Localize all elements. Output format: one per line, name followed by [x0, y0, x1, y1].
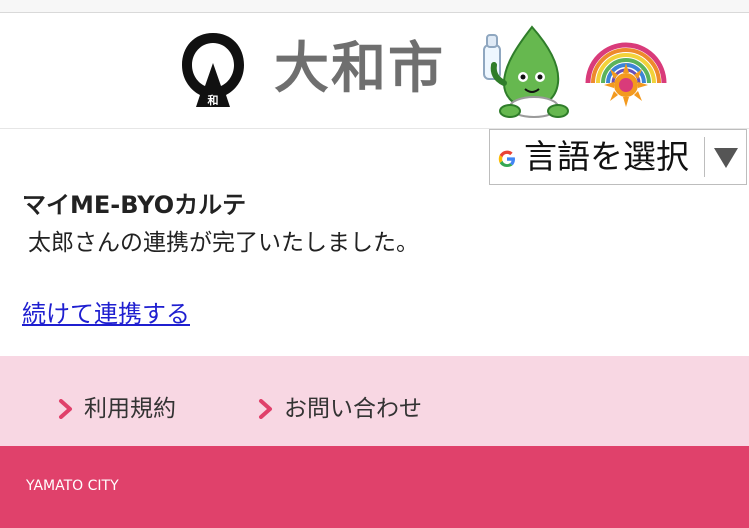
browser-top-strip — [0, 0, 749, 13]
completion-message: 太郎さんの連携が完了いたしました。 — [28, 230, 419, 256]
chevron-right-icon — [59, 399, 72, 419]
language-selector-divider — [704, 137, 705, 177]
google-g-icon — [498, 150, 515, 167]
site-footer: YAMATO CITY — [0, 446, 749, 528]
rainbow-sun-logo-icon — [585, 42, 667, 107]
yamato-city-emblem-icon: 和 — [182, 33, 244, 107]
chevron-right-icon — [259, 399, 272, 419]
triangle-down-icon — [714, 148, 738, 168]
terms-of-use-label: 利用規約 — [84, 396, 176, 422]
language-selector-label: 言語を選択 — [524, 137, 689, 176]
site-header: 和 大和市 — [0, 13, 749, 129]
continue-linking-link[interactable]: 続けて連携する — [22, 297, 190, 331]
language-selector[interactable]: 言語を選択 — [489, 129, 747, 185]
city-name: 大和市 — [274, 36, 446, 100]
yamato-mascot-with-bottle-icon — [483, 25, 569, 118]
service-title: マイME-BYOカルテ — [22, 191, 247, 219]
contact-label: お問い合わせ — [284, 396, 422, 422]
footer-links: 利用規約 お問い合わせ — [0, 356, 749, 446]
footer-city-label: YAMATO CITY — [26, 478, 119, 494]
svg-text:和: 和 — [208, 93, 219, 107]
